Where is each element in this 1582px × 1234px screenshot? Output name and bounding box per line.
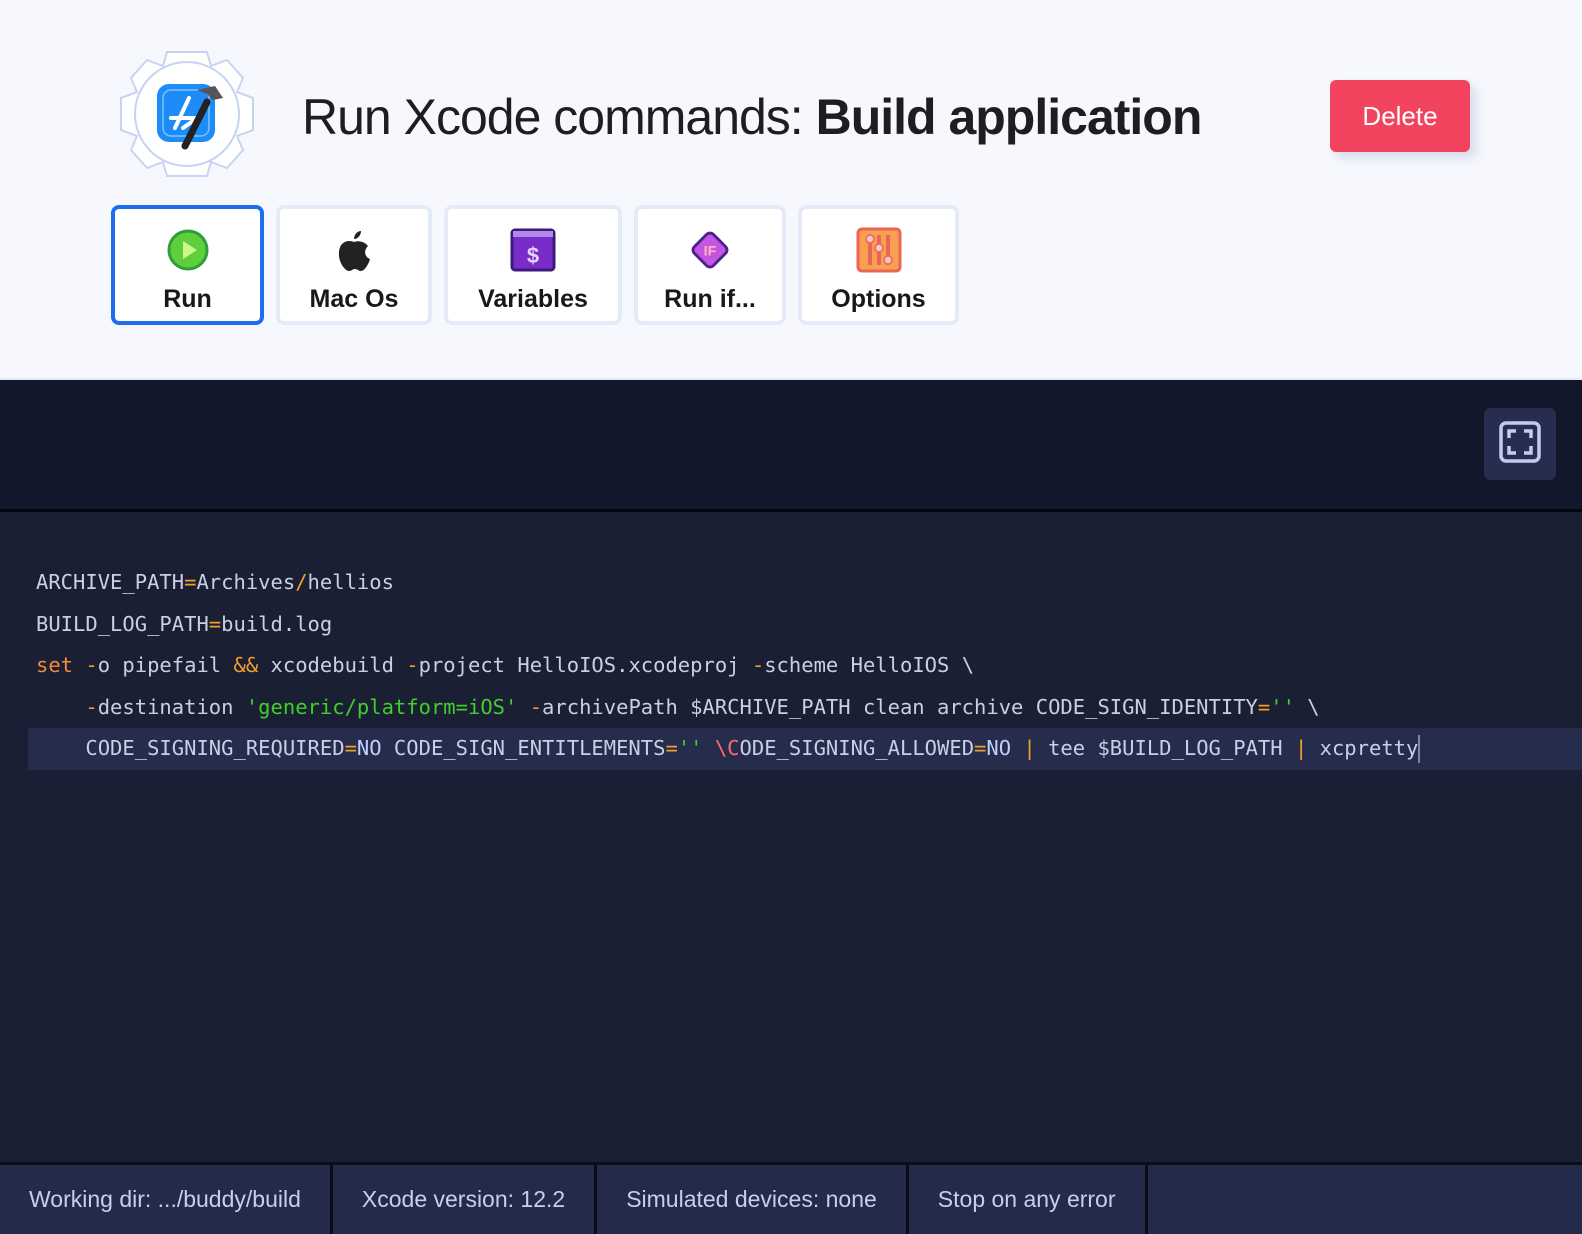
code-line: -destination 'generic/platform=iOS' -arc… — [85, 694, 1320, 719]
code-line: set -o pipefail && xcodebuild -project H… — [36, 653, 975, 677]
text-cursor — [1418, 735, 1421, 763]
tab-variables[interactable]: $ Variables — [444, 205, 622, 325]
code-line: ARCHIVE_PATH=Archives/hellios — [36, 570, 394, 594]
action-tabs: Run Mac Os $ Variables IF Run if... Opti… — [111, 205, 959, 325]
code-content[interactable]: ARCHIVE_PATH=Archives/hellios BUILD_LOG_… — [0, 562, 1582, 770]
status-bar-filler — [1147, 1165, 1582, 1234]
tab-label: Mac Os — [309, 285, 399, 313]
tab-options[interactable]: Options — [798, 205, 959, 325]
status-working-dir[interactable]: Working dir: .../buddy/build — [0, 1165, 330, 1234]
svg-text:$: $ — [527, 243, 539, 268]
status-stop-on-error[interactable]: Stop on any error — [908, 1165, 1145, 1234]
title-action-name: Build application — [815, 89, 1203, 145]
svg-text:IF: IF — [704, 244, 717, 260]
dollar-window-icon: $ — [510, 227, 556, 273]
sliders-icon — [856, 227, 902, 273]
xcode-gear-icon — [115, 46, 259, 182]
tab-run-if[interactable]: IF Run if... — [634, 205, 786, 325]
editor-toolbar — [0, 380, 1582, 512]
apple-icon — [331, 227, 377, 273]
status-xcode-version[interactable]: Xcode version: 12.2 — [332, 1165, 595, 1234]
action-header: Run Xcode commands: Build application De… — [0, 0, 1582, 380]
status-bar: Working dir: .../buddy/build Xcode versi… — [0, 1162, 1582, 1234]
tab-label: Variables — [478, 285, 588, 313]
fullscreen-icon — [1499, 420, 1541, 468]
tab-label: Run — [163, 285, 212, 313]
code-line-active: CODE_SIGNING_REQUIRED=NO CODE_SIGN_ENTIT… — [28, 728, 1582, 770]
tab-label: Run if... — [664, 285, 756, 313]
title-prefix: Run Xcode commands: — [302, 89, 816, 145]
delete-button[interactable]: Delete — [1330, 80, 1470, 152]
tab-mac-os[interactable]: Mac Os — [276, 205, 432, 325]
fullscreen-button[interactable] — [1484, 408, 1556, 480]
play-circle-icon — [165, 227, 211, 273]
if-diamond-icon: IF — [687, 227, 733, 273]
tab-run[interactable]: Run — [111, 205, 264, 325]
tab-label: Options — [831, 285, 926, 313]
status-simulated-devices[interactable]: Simulated devices: none — [597, 1165, 906, 1234]
code-editor[interactable]: ARCHIVE_PATH=Archives/hellios BUILD_LOG_… — [0, 512, 1582, 1162]
code-line: BUILD_LOG_PATH=build.log — [36, 611, 333, 636]
page-title: Run Xcode commands: Build application — [302, 88, 1203, 146]
